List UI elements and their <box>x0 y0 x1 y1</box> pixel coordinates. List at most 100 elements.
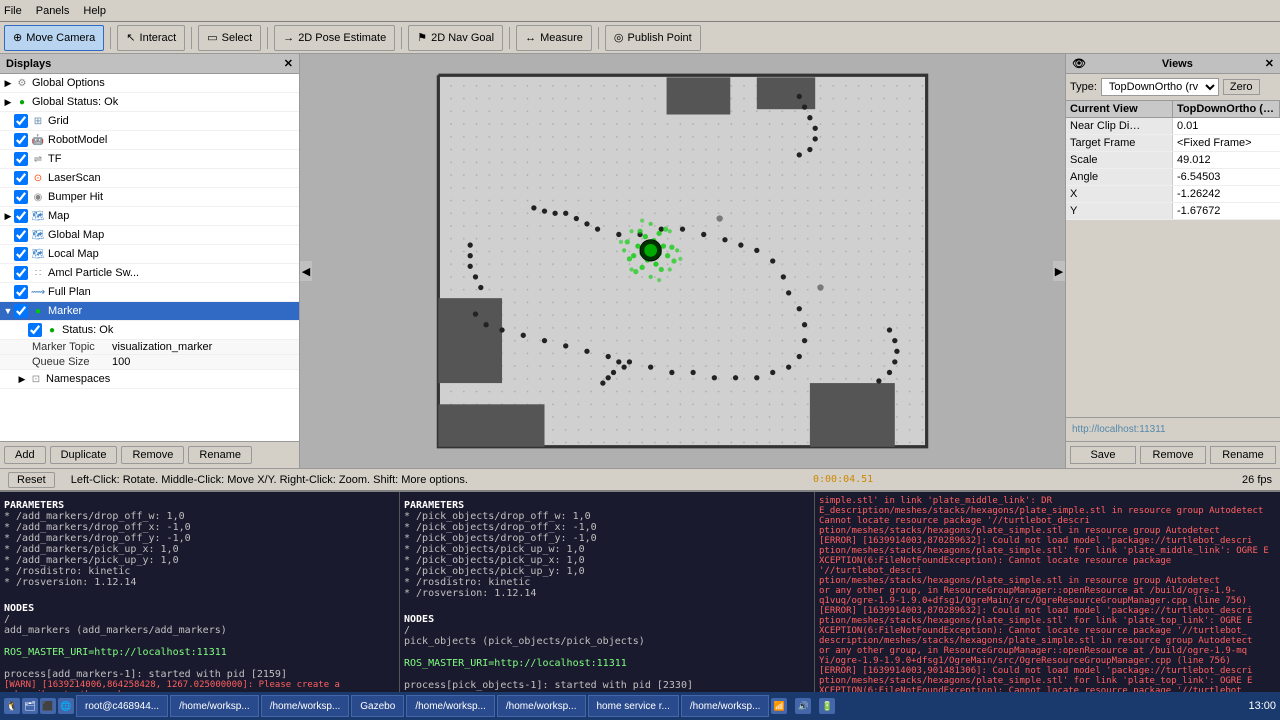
views-zero-button[interactable]: Zero <box>1223 79 1260 95</box>
menu-panels[interactable]: Panels <box>36 5 70 17</box>
taskbar-item-3[interactable]: Gazebo <box>351 695 404 717</box>
views-type-row: Type: TopDownOrtho (rv Zero <box>1066 74 1280 101</box>
reset-button[interactable]: Reset <box>8 472 55 488</box>
views-remove-button[interactable]: Remove <box>1140 446 1206 464</box>
taskbar-item-6[interactable]: home service r... <box>588 695 679 717</box>
viewport[interactable]: ◀ ▶ <box>300 54 1065 468</box>
log-line-4: [ERROR] [1639914003,870289632]: Could no… <box>819 536 1276 546</box>
tree-item-tf[interactable]: ▶ ⇌ TF <box>0 150 299 169</box>
views-prop-val-0[interactable]: 0.01 <box>1173 118 1280 134</box>
tree-item-global-map[interactable]: ▶ 🗺 Global Map <box>0 226 299 245</box>
robot-model-checkbox[interactable] <box>14 133 28 147</box>
views-close-icon[interactable]: ✕ <box>1265 57 1274 70</box>
taskbar-volume-icon[interactable]: 🔊 <box>795 698 811 714</box>
status-ok-checkbox[interactable] <box>28 323 42 337</box>
taskbar-item-1[interactable]: /home/worksp... <box>170 695 259 717</box>
tree-item-global-options[interactable]: ▶ ⚙ Global Options <box>0 74 299 93</box>
taskbar-start-icon[interactable]: 🐧 <box>4 698 20 714</box>
expand-arrow-global-status[interactable]: ▶ <box>2 96 14 108</box>
interact-button[interactable]: ↖ Interact <box>117 25 185 51</box>
obstacle-top-right <box>757 77 815 109</box>
tree-item-full-plan[interactable]: ▶ ⟿ Full Plan <box>0 283 299 302</box>
views-prop-val-2[interactable]: 49.012 <box>1173 152 1280 168</box>
taskbar-browser-icon[interactable]: 🌐 <box>58 698 74 714</box>
tree-item-laser-scan[interactable]: ▶ ⊙ LaserScan <box>0 169 299 188</box>
tree-item-amcl[interactable]: ▶ ∷ Amcl Particle Sw... <box>0 264 299 283</box>
tree-item-robot-model[interactable]: ▶ 🤖 RobotModel <box>0 131 299 150</box>
bottom-area: PARAMETERS * /add_markers/drop_off_w: 1,… <box>0 490 1280 720</box>
views-prop-angle: Angle -6.54503 <box>1066 169 1280 186</box>
views-prop-name-2: Scale <box>1066 152 1173 168</box>
tree-item-marker[interactable]: ▼ ● Marker <box>0 302 299 321</box>
scroll-right-arrow[interactable]: ▶ <box>1053 261 1065 281</box>
taskbar-sys-area: 📶 🔊 🔋 <box>771 698 835 714</box>
expand-arrow-global-options[interactable]: ▶ <box>2 77 14 89</box>
expand-arrow-map[interactable]: ▶ <box>2 210 14 222</box>
tree-item-map[interactable]: ▶ 🗺 Map <box>0 207 299 226</box>
menu-help[interactable]: Help <box>83 5 106 17</box>
bottom-mid-line-6: * /rosdistro: kinetic <box>404 577 810 588</box>
taskbar-item-4[interactable]: /home/worksp... <box>406 695 495 717</box>
taskbar-terminal-icon[interactable]: ⬛ <box>40 698 56 714</box>
publish-point-button[interactable]: ◎ Publish Point <box>605 25 701 51</box>
marker-icon: ● <box>30 303 46 319</box>
taskbar-files-icon[interactable]: 🗂 <box>22 698 38 714</box>
tree-item-local-map[interactable]: ▶ 🗺 Local Map <box>0 245 299 264</box>
marker-topic-label: Marker Topic <box>32 341 112 353</box>
bumper-hit-checkbox[interactable] <box>14 190 28 204</box>
views-prop-val-1[interactable]: <Fixed Frame> <box>1173 135 1280 151</box>
full-plan-checkbox[interactable] <box>14 285 28 299</box>
taskbar-item-0[interactable]: root@c468944... <box>76 695 168 717</box>
duplicate-button[interactable]: Duplicate <box>50 446 118 464</box>
main-layout: Displays ✕ ▶ ⚙ Global Options ▶ ● Global… <box>0 54 1280 468</box>
amcl-checkbox[interactable] <box>14 266 28 280</box>
tree-item-status-ok[interactable]: ▶ ● Status: Ok <box>0 321 299 340</box>
pose-estimate-button[interactable]: → 2D Pose Estimate <box>274 25 395 51</box>
move-camera-button[interactable]: ⊕ Move Camera <box>4 25 104 51</box>
tree-property-marker-topic: Marker Topic visualization_marker <box>0 340 299 355</box>
grid-label: Grid <box>48 115 69 127</box>
views-prop-val-5[interactable]: -1.67672 <box>1173 203 1280 219</box>
local-map-checkbox[interactable] <box>14 247 28 261</box>
taskbar-power-icon[interactable]: 🔋 <box>819 698 835 714</box>
rename-button[interactable]: Rename <box>188 446 252 464</box>
bottom-right-log[interactable]: simple.stl' in link 'plate_middle_link':… <box>815 492 1280 720</box>
menu-file[interactable]: File <box>4 5 22 17</box>
views-rename-button[interactable]: Rename <box>1210 446 1276 464</box>
marker-checkbox[interactable] <box>14 304 28 318</box>
views-save-button[interactable]: Save <box>1070 446 1136 464</box>
nav-dot-2 <box>817 284 823 290</box>
select-icon: ▭ <box>207 31 217 44</box>
expand-arrow-namespaces[interactable]: ▶ <box>16 373 28 385</box>
taskbar-network-icon[interactable]: 📶 <box>771 698 787 714</box>
taskbar-item-2[interactable]: /home/worksp... <box>261 695 350 717</box>
taskbar-item-5[interactable]: /home/worksp... <box>497 695 586 717</box>
views-prop-val-3[interactable]: -6.54503 <box>1173 169 1280 185</box>
tf-checkbox[interactable] <box>14 152 28 166</box>
tree-item-global-status[interactable]: ▶ ● Global Status: Ok <box>0 93 299 112</box>
grid-checkbox[interactable] <box>14 114 28 128</box>
remove-button[interactable]: Remove <box>121 446 184 464</box>
global-map-checkbox[interactable] <box>14 228 28 242</box>
measure-button[interactable]: ↔ Measure <box>516 25 592 51</box>
taskbar-item-7[interactable]: /home/worksp... <box>681 695 770 717</box>
add-button[interactable]: Add <box>4 446 46 464</box>
log-line-12: XCEPTION(6:FileNotFoundException): Canno… <box>819 626 1276 636</box>
namespaces-icon: ⊡ <box>28 371 44 387</box>
expand-arrow-marker[interactable]: ▼ <box>2 305 14 317</box>
displays-close-icon[interactable]: ✕ <box>284 57 293 70</box>
scroll-left-arrow[interactable]: ◀ <box>300 261 312 281</box>
bottom-mid-terminal[interactable]: PARAMETERS * /pick_objects/drop_off_w: 1… <box>400 492 815 720</box>
select-button[interactable]: ▭ Select <box>198 25 261 51</box>
map-checkbox[interactable] <box>14 209 28 223</box>
nav-goal-button[interactable]: ⚑ 2D Nav Goal <box>408 25 503 51</box>
laser-scan-checkbox[interactable] <box>14 171 28 185</box>
tree-item-grid[interactable]: ▶ ⊞ Grid <box>0 112 299 131</box>
tree-item-namespaces[interactable]: ▶ ⊡ Namespaces <box>0 370 299 389</box>
views-type-select[interactable]: TopDownOrtho (rv <box>1101 78 1219 96</box>
views-prop-target-frame: Target Frame <Fixed Frame> <box>1066 135 1280 152</box>
tree-item-bumper-hit[interactable]: ▶ ◉ Bumper Hit <box>0 188 299 207</box>
log-line-16: [ERROR] [1639914003,901481306]: Could no… <box>819 666 1276 676</box>
views-prop-val-4[interactable]: -1.26242 <box>1173 186 1280 202</box>
bottom-left-terminal[interactable]: PARAMETERS * /add_markers/drop_off_w: 1,… <box>0 492 400 720</box>
